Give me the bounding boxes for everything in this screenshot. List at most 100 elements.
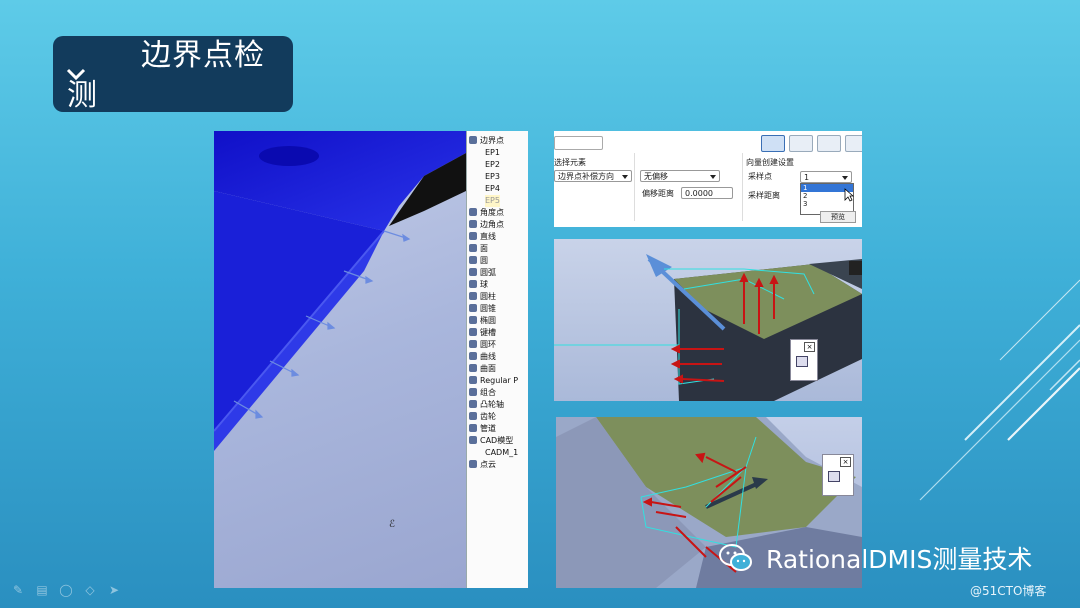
tree-item-label: 组合	[480, 388, 496, 397]
feature-type-icon	[469, 232, 477, 240]
mini-window-icon[interactable]	[828, 471, 840, 482]
tree-item[interactable]: 圆环	[469, 339, 496, 351]
pointer-icon[interactable]: ➤	[106, 583, 122, 597]
sample-points-select[interactable]: 1	[800, 171, 852, 183]
tree-item-label: 圆	[480, 256, 488, 265]
tree-item[interactable]: 椭圆	[469, 315, 496, 327]
tree-item[interactable]: CADM_1	[485, 447, 518, 459]
tree-item[interactable]: 边界点	[469, 135, 504, 147]
feature-type-icon	[469, 280, 477, 288]
feature-type-icon	[469, 136, 477, 144]
feature-type-icon	[469, 376, 477, 384]
dialog-separator	[634, 153, 635, 221]
tree-item-label: 边界点	[480, 136, 504, 145]
mode-button-4[interactable]	[845, 135, 862, 152]
tree-item[interactable]: 组合	[469, 387, 496, 399]
boundary-point-dialog: 选择元素 边界点补偿方向 无偏移 偏移距离 0.0000 向量创建设置 采样点 …	[554, 131, 862, 227]
tree-item[interactable]: 键槽	[469, 327, 496, 339]
tree-item[interactable]: EP3	[485, 171, 500, 183]
tree-item-label: 圆柱	[480, 292, 496, 301]
tree-item[interactable]: 直线	[469, 231, 496, 243]
tree-item[interactable]: 管道	[469, 423, 496, 435]
tree-item-label: 直线	[480, 232, 496, 241]
slides-icon[interactable]: ▤	[34, 583, 50, 597]
tree-item[interactable]: 边角点	[469, 219, 504, 231]
cad-main-view[interactable]: ℰ	[214, 131, 466, 588]
feature-type-icon	[469, 220, 477, 228]
tree-item[interactable]: 曲面	[469, 363, 496, 375]
eraser-icon[interactable]: ◯	[58, 583, 74, 597]
tree-item[interactable]: 圆锥	[469, 303, 496, 315]
sample-points-value: 1	[804, 173, 810, 182]
wechat-icon	[718, 543, 754, 573]
tree-item[interactable]: EP1	[485, 147, 500, 159]
chevron-down-icon	[842, 176, 848, 180]
zoom-icon[interactable]: ◇	[82, 583, 98, 597]
sample-points-label: 采样点	[748, 172, 772, 181]
floating-mini-window[interactable]: ×	[790, 339, 818, 381]
feature-type-icon	[469, 244, 477, 252]
preview-button[interactable]: 预览	[820, 211, 856, 223]
feature-type-icon	[469, 268, 477, 276]
tree-item[interactable]: 角度点	[469, 207, 504, 219]
feature-type-icon	[469, 424, 477, 432]
tree-item[interactable]: EP5	[485, 195, 500, 207]
tree-item-label: EP3	[485, 172, 500, 181]
offset-distance-field[interactable]: 0.0000	[681, 187, 733, 199]
cad-view-vectors-top[interactable]: ×	[554, 239, 862, 401]
tree-item-label: EP2	[485, 160, 500, 169]
offset-distance-value: 0.0000	[685, 189, 713, 198]
tree-item-label: 边角点	[480, 220, 504, 229]
compensation-direction-select[interactable]: 边界点补偿方向	[554, 170, 632, 182]
mode-button-1[interactable]	[761, 135, 785, 152]
tree-item[interactable]: EP4	[485, 183, 500, 195]
feature-type-icon	[469, 388, 477, 396]
mode-button-2[interactable]	[789, 135, 813, 152]
tree-item-label: 管道	[480, 424, 496, 433]
name-input[interactable]	[554, 136, 603, 150]
feature-type-icon	[469, 340, 477, 348]
close-icon[interactable]: ×	[840, 457, 851, 467]
tree-item[interactable]: 圆柱	[469, 291, 496, 303]
tree-item[interactable]: 齿轮	[469, 411, 496, 423]
tree-item[interactable]: 圆弧	[469, 267, 496, 279]
cad-part-render: ℰ	[214, 131, 466, 530]
feature-type-icon	[469, 412, 477, 420]
chevron-down-icon	[622, 175, 628, 179]
feature-type-icon	[469, 328, 477, 336]
pen-icon[interactable]: ✎	[10, 583, 26, 597]
tree-item[interactable]: EP2	[485, 159, 500, 171]
close-icon[interactable]: ×	[804, 342, 815, 352]
tree-item[interactable]: 圆	[469, 255, 488, 267]
dialog-separator	[742, 153, 743, 221]
tree-item[interactable]: Regular P	[469, 375, 518, 387]
decorative-lines	[919, 279, 1080, 501]
tree-item-label: EP4	[485, 184, 500, 193]
blog-watermark: @51CTO博客	[970, 584, 1047, 598]
tree-item[interactable]: 点云	[469, 459, 496, 471]
feature-type-icon	[469, 436, 477, 444]
mini-window-icon[interactable]	[796, 356, 808, 367]
feature-type-icon	[469, 256, 477, 264]
offset-distance-label: 偏移距离	[642, 189, 674, 198]
offset-select[interactable]: 无偏移	[640, 170, 720, 182]
feature-type-icon	[469, 208, 477, 216]
tree-item[interactable]: CAD模型	[469, 435, 513, 447]
tree-item[interactable]: 面	[469, 243, 488, 255]
slide-title-line2: 测	[67, 78, 97, 113]
mode-button-3[interactable]	[817, 135, 841, 152]
feature-type-icon	[469, 364, 477, 372]
tree-item-label: EP5	[485, 196, 500, 205]
tree-item-label: 角度点	[480, 208, 504, 217]
tree-item[interactable]: 曲线	[469, 351, 496, 363]
tree-item-label: 圆锥	[480, 304, 496, 313]
tree-item[interactable]: 球	[469, 279, 488, 291]
tree-item-label: 凸轮轴	[480, 400, 504, 409]
floating-mini-window[interactable]: ×	[822, 454, 854, 496]
tree-item-label: 点云	[480, 460, 496, 469]
tree-item[interactable]: 凸轮轴	[469, 399, 504, 411]
sample-distance-label: 采样距离	[748, 191, 780, 200]
feature-tree-panel[interactable]: 边界点 EP1 EP2 EP3 EP4 EP5 角度点边角点直线面圆圆弧球圆柱圆锥椭圆 键槽圆…	[466, 131, 528, 588]
feature-type-icon	[469, 292, 477, 300]
svg-text:ℰ: ℰ	[389, 519, 395, 530]
